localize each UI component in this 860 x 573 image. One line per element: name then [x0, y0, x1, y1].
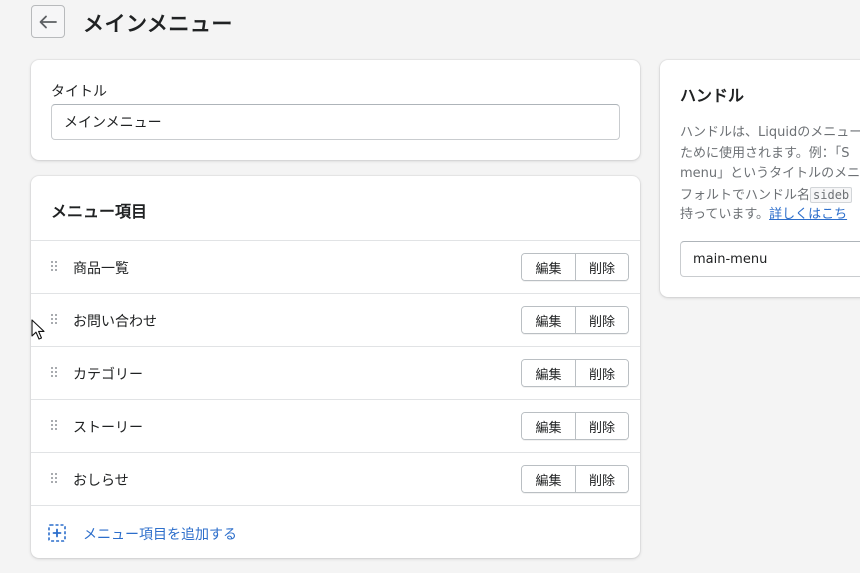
title-field-label: タイトル [51, 84, 107, 100]
menu-item-actions: 編集 削除 [521, 412, 629, 440]
page-title: メインメニュー [83, 12, 233, 36]
handle-desc-text: フォルトでハンドル名 [680, 187, 811, 203]
title-input[interactable] [51, 104, 620, 140]
handle-code-sample: sideb [810, 186, 853, 203]
handle-heading: ハンドル [680, 86, 745, 105]
menu-item-row: カテゴリー 編集 削除 [31, 346, 640, 399]
edit-button[interactable]: 編集 [522, 360, 575, 386]
handle-desc-line: フォルトでハンドル名 sideb [680, 185, 860, 206]
handle-desc-line: 持っています。詳しくはこち [680, 205, 860, 226]
add-menu-item-link[interactable]: メニュー項目を追加する [83, 524, 237, 544]
back-button[interactable] [31, 5, 65, 38]
menu-item-actions: 編集 削除 [521, 359, 629, 387]
edit-button[interactable]: 編集 [522, 466, 575, 492]
mouse-cursor-icon [31, 319, 45, 340]
title-card: タイトル [31, 60, 640, 160]
menu-item-actions: 編集 削除 [521, 306, 629, 334]
handle-input[interactable] [680, 241, 860, 277]
menu-item-row: おしらせ 編集 削除 [31, 452, 640, 505]
delete-button[interactable]: 削除 [575, 413, 628, 439]
menu-item-label: お問い合わせ [73, 314, 157, 330]
handle-description: ハンドルは、Liquidのメニュー ために使用されます。例：「S menu」とい… [680, 123, 860, 226]
arrow-left-icon [39, 15, 57, 28]
add-square-icon [48, 524, 66, 542]
menu-items-card: メニュー項目 商品一覧 編集 削除 お問い合わせ 編集 削除 カテゴリー 編集 … [31, 176, 640, 558]
edit-button[interactable]: 編集 [522, 307, 575, 333]
menu-item-label: 商品一覧 [73, 261, 129, 277]
handle-desc-line: menu」というタイトルのメニュ [680, 166, 860, 181]
delete-button[interactable]: 削除 [575, 254, 628, 280]
learn-more-link[interactable]: 詳しくはこち [769, 207, 847, 222]
edit-button[interactable]: 編集 [522, 413, 575, 439]
drag-handle-icon[interactable] [51, 314, 59, 326]
drag-handle-icon[interactable] [51, 420, 59, 432]
handle-desc-text: 持っています。 [680, 207, 770, 222]
menu-item-label: ストーリー [73, 420, 143, 436]
delete-button[interactable]: 削除 [575, 466, 628, 492]
menu-items-heading: メニュー項目 [51, 202, 148, 221]
menu-item-row: 商品一覧 編集 削除 [31, 240, 640, 293]
edit-button[interactable]: 編集 [522, 254, 575, 280]
delete-button[interactable]: 削除 [575, 307, 628, 333]
drag-handle-icon[interactable] [51, 473, 59, 485]
handle-desc-line: ハンドルは、Liquidのメニュー [680, 125, 860, 140]
handle-card: ハンドル ハンドルは、Liquidのメニュー ために使用されます。例：「S me… [660, 60, 860, 297]
drag-handle-icon[interactable] [51, 367, 59, 379]
delete-button[interactable]: 削除 [575, 360, 628, 386]
menu-item-label: おしらせ [73, 473, 129, 489]
menu-item-row: お問い合わせ 編集 削除 [31, 293, 640, 346]
add-menu-item-row[interactable]: メニュー項目を追加する [31, 505, 640, 558]
menu-item-row: ストーリー 編集 削除 [31, 399, 640, 452]
menu-item-label: カテゴリー [73, 367, 143, 383]
drag-handle-icon[interactable] [51, 261, 59, 273]
handle-desc-line: ために使用されます。例：「S [680, 145, 850, 161]
menu-item-actions: 編集 削除 [521, 253, 629, 281]
menu-item-actions: 編集 削除 [521, 465, 629, 493]
